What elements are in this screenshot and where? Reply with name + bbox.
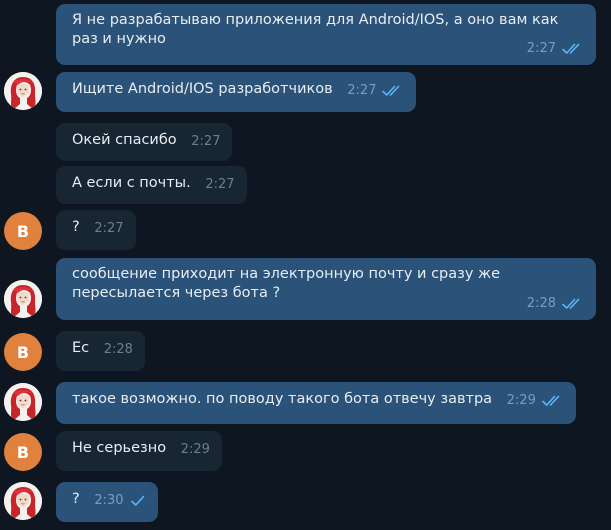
red-haired-girl-avatar-icon <box>4 482 42 520</box>
own-avatar[interactable] <box>4 482 42 520</box>
message-time: 2:27 <box>205 177 235 192</box>
message-text: Я не разрабатываю приложения для Android… <box>72 12 559 47</box>
message-bubble-outgoing[interactable]: Ищите Android/IOS разработчиков 2:27 <box>56 72 417 112</box>
sender-avatar-letter: В <box>16 442 30 462</box>
own-avatar[interactable] <box>4 383 42 421</box>
message-bubble-incoming[interactable]: Окей спасибо 2:27 <box>56 123 233 161</box>
sender-avatar-letter: В <box>16 221 30 241</box>
sender-avatar-letter: В <box>16 342 30 362</box>
red-haired-girl-avatar-icon <box>4 72 42 110</box>
double-check-icon <box>542 395 560 406</box>
red-haired-girl-avatar-icon <box>4 280 42 318</box>
message-text: такое возможно. по поводу такого бота от… <box>72 391 493 407</box>
sender-avatar[interactable]: В <box>4 333 42 371</box>
double-check-icon <box>382 85 400 96</box>
message-bubble-outgoing[interactable]: такое возможно. по поводу такого бота от… <box>56 382 576 424</box>
message-text: ? <box>72 219 80 235</box>
message-text: Окей спасибо <box>72 132 177 148</box>
message-bubble-incoming[interactable]: ? 2:27 <box>56 210 136 250</box>
message-time: 2:30 <box>94 493 124 508</box>
message-time: 2:29 <box>506 393 536 408</box>
message-time: 2:28 <box>526 296 556 311</box>
message-bubble-outgoing[interactable]: Я не разрабатываю приложения для Android… <box>56 4 596 65</box>
own-avatar[interactable] <box>4 72 42 110</box>
single-check-icon <box>130 495 144 506</box>
message-bubble-outgoing[interactable]: ? 2:30 <box>56 482 158 522</box>
message-text: А если с почты. <box>72 175 191 191</box>
message-text: Ес <box>72 340 90 356</box>
message-text: ? <box>72 491 80 507</box>
message-bubble-outgoing[interactable]: сообщение приходит на электронную почту … <box>56 258 596 320</box>
message-text: сообщение приходит на электронную почту … <box>72 266 501 301</box>
double-check-icon <box>562 298 580 309</box>
sender-avatar[interactable]: В <box>4 433 42 471</box>
message-time: 2:27 <box>191 134 221 149</box>
message-bubble-incoming[interactable]: А если с почты. 2:27 <box>56 166 247 204</box>
message-time: 2:27 <box>526 41 556 56</box>
message-time: 2:28 <box>103 342 133 357</box>
message-text: Ищите Android/IOS разработчиков <box>72 81 333 97</box>
red-haired-girl-avatar-icon <box>4 383 42 421</box>
message-bubble-incoming[interactable]: Не серьезно 2:29 <box>56 431 222 471</box>
message-bubble-incoming[interactable]: Ес 2:28 <box>56 331 145 371</box>
sender-avatar[interactable]: В <box>4 212 42 250</box>
own-avatar[interactable] <box>4 280 42 318</box>
message-time: 2:27 <box>347 83 377 98</box>
message-time: 2:27 <box>94 221 124 236</box>
message-text: Не серьезно <box>72 440 167 456</box>
double-check-icon <box>562 43 580 54</box>
message-time: 2:29 <box>180 442 210 457</box>
